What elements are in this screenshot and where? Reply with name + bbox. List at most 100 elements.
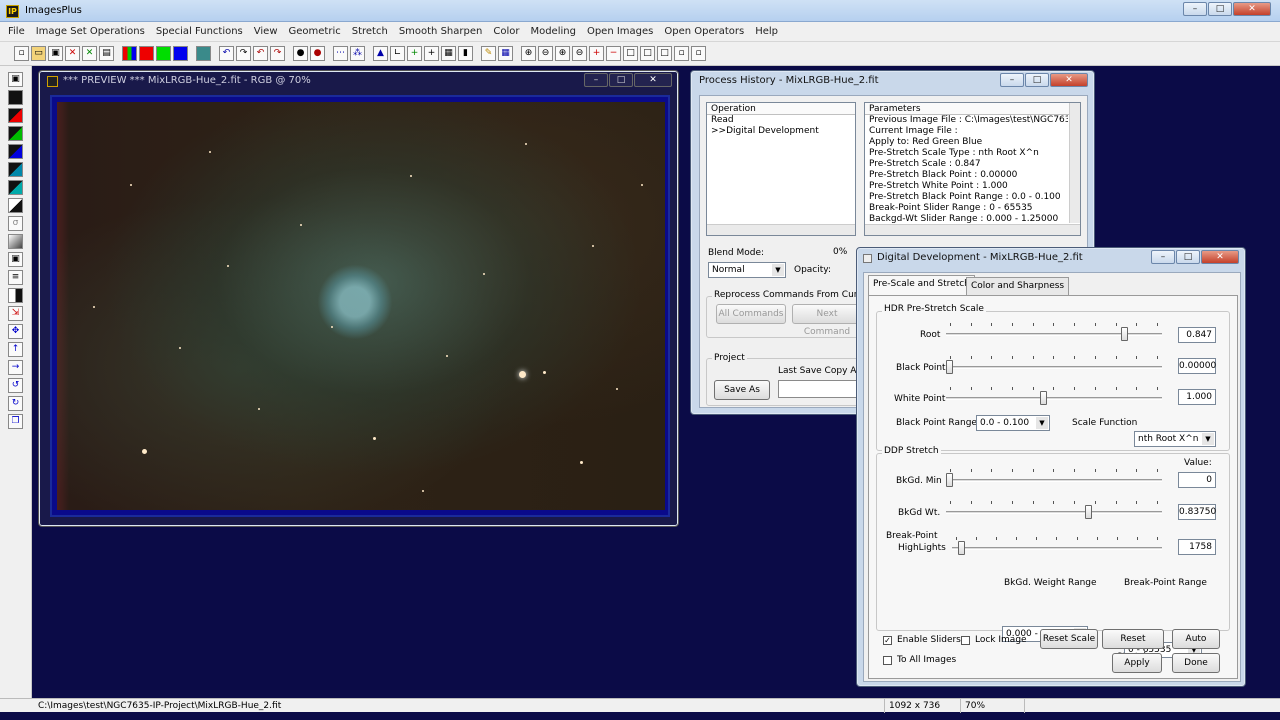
close-icon[interactable]: ✕ <box>1201 250 1239 264</box>
contrast-icon[interactable] <box>8 288 23 303</box>
menu-item-8[interactable]: Modeling <box>530 26 576 37</box>
copy-icon[interactable]: ❐ <box>8 414 23 429</box>
enable-sliders-checkbox[interactable]: ✓ <box>883 636 892 645</box>
minimize-icon[interactable]: – <box>1183 2 1207 16</box>
menu-item-9[interactable]: Open Images <box>587 26 653 37</box>
root-slider[interactable] <box>946 323 1162 341</box>
menu-item-3[interactable]: View <box>254 26 278 37</box>
operation-list[interactable]: Operation Read >>Digital Development <box>706 102 856 236</box>
black-point-range-select[interactable]: 0.0 - 0.100 ▼ <box>976 415 1050 431</box>
pencil-icon[interactable]: ✎ <box>481 46 496 61</box>
maximize-icon[interactable]: □ <box>609 73 633 87</box>
close-icon[interactable]: ✕ <box>634 73 672 87</box>
slider-thumb[interactable] <box>1121 327 1128 341</box>
fit-window-3-icon[interactable]: □ <box>657 46 672 61</box>
tab-pre-scale-stretch[interactable]: Pre-Scale and Stretch <box>868 275 975 295</box>
apply-button[interactable]: Apply <box>1112 653 1162 673</box>
bkgd-wt-slider[interactable] <box>946 501 1162 519</box>
maximize-icon[interactable]: □ <box>1208 2 1232 16</box>
menu-item-2[interactable]: Special Functions <box>156 26 243 37</box>
tab-color-sharpness[interactable]: Color and Sharpness <box>966 277 1070 295</box>
undo-all-icon[interactable]: ↶ <box>253 46 268 61</box>
print-icon[interactable]: ▤ <box>99 46 114 61</box>
undo-icon[interactable]: ↶ <box>219 46 234 61</box>
close-icon[interactable]: ✕ <box>1233 2 1271 16</box>
crosshair-icon[interactable]: + <box>407 46 422 61</box>
break-point-value[interactable]: 1758 <box>1178 539 1216 555</box>
bkgd-wt-value[interactable]: 0.83750 <box>1178 504 1216 520</box>
bkgd-min-slider[interactable] <box>946 469 1162 487</box>
digital-development-window[interactable]: Digital Development - MixLRGB-Hue_2.fit … <box>856 247 1246 687</box>
slider-thumb[interactable] <box>958 541 965 555</box>
save-path-field[interactable] <box>778 380 864 398</box>
menu-item-10[interactable]: Open Operators <box>664 26 744 37</box>
lock-image-checkbox[interactable] <box>961 636 970 645</box>
reset-scale-button[interactable]: Reset Scale <box>1040 629 1098 649</box>
save-icon[interactable]: ▣ <box>8 72 23 87</box>
all-commands-button[interactable]: All Commands <box>716 304 786 324</box>
black-point-value[interactable]: 0.00000 <box>1178 358 1216 374</box>
done-button[interactable]: Done <box>1172 653 1220 673</box>
scale-function-select[interactable]: nth Root X^n ▼ <box>1134 431 1216 447</box>
fit-window-2-icon[interactable]: □ <box>640 46 655 61</box>
zoom-in-2-icon[interactable]: ⊕ <box>555 46 570 61</box>
close-image-icon[interactable]: ✕ <box>65 46 80 61</box>
bkgd-min-value[interactable]: 0 <box>1178 472 1216 488</box>
slider-thumb[interactable] <box>946 473 953 487</box>
curve-icon[interactable]: ∟ <box>390 46 405 61</box>
slider-thumb[interactable] <box>1085 505 1092 519</box>
white-point-value[interactable]: 1.000 <box>1178 389 1216 405</box>
fit-window-4-icon[interactable]: ▫ <box>674 46 689 61</box>
crosshair2-icon[interactable]: + <box>424 46 439 61</box>
close-icon[interactable]: ✕ <box>1050 73 1088 87</box>
red-layer-icon[interactable] <box>8 108 23 123</box>
menu-item-4[interactable]: Geometric <box>289 26 341 37</box>
menu-item-1[interactable]: Image Set Operations <box>36 26 145 37</box>
minimize-icon[interactable]: – <box>1000 73 1024 87</box>
move-icon[interactable]: ✥ <box>8 324 23 339</box>
next-command-button[interactable]: Next Command <box>792 304 862 337</box>
menu-item-0[interactable]: File <box>8 26 25 37</box>
black-square-icon[interactable] <box>8 90 23 105</box>
zoom-out-icon[interactable]: ⊖ <box>538 46 553 61</box>
green-layer-icon[interactable] <box>8 126 23 141</box>
blue-layer-icon[interactable] <box>8 144 23 159</box>
operation-item[interactable]: Read <box>707 115 855 126</box>
fit-window-5-icon[interactable]: ▫ <box>691 46 706 61</box>
zoom-in-icon[interactable]: ⊕ <box>521 46 536 61</box>
red-channel-icon[interactable] <box>139 46 154 61</box>
arrow-right-icon[interactable]: → <box>8 360 23 375</box>
save-icon[interactable]: ▣ <box>48 46 63 61</box>
rotate-right-icon[interactable]: ↻ <box>8 396 23 411</box>
slider-thumb[interactable] <box>1040 391 1047 405</box>
to-all-images-checkbox[interactable] <box>883 656 892 665</box>
levels-icon[interactable]: ≡ <box>8 270 23 285</box>
sigma-icon[interactable]: σ <box>8 216 23 231</box>
parameters-list[interactable]: Parameters Previous Image File : C:\Imag… <box>864 102 1081 236</box>
star-detect-icon[interactable]: ● <box>293 46 308 61</box>
open-folder-icon[interactable]: ▭ <box>31 46 46 61</box>
blue-channel-icon[interactable] <box>173 46 188 61</box>
operation-item[interactable]: >>Digital Development <box>707 126 855 137</box>
dots-icon[interactable]: ⋯ <box>333 46 348 61</box>
parameters-hscroll[interactable] <box>865 224 1080 235</box>
mask-icon[interactable] <box>8 198 23 213</box>
select-icon[interactable]: ⇲ <box>8 306 23 321</box>
zoom-minus-icon[interactable]: − <box>606 46 621 61</box>
frame-icon[interactable]: ▣ <box>8 252 23 267</box>
menu-item-5[interactable]: Stretch <box>352 26 388 37</box>
menu-item-11[interactable]: Help <box>755 26 778 37</box>
menu-item-6[interactable]: Smooth Sharpen <box>399 26 483 37</box>
operation-hscroll[interactable] <box>707 224 855 235</box>
redo-all-icon[interactable]: ↷ <box>270 46 285 61</box>
align-icon[interactable]: ⁂ <box>350 46 365 61</box>
nebula-image[interactable] <box>57 102 665 510</box>
fit-window-icon[interactable]: □ <box>623 46 638 61</box>
arrow-up-icon[interactable]: ↑ <box>8 342 23 357</box>
zoom-plus-icon[interactable]: + <box>589 46 604 61</box>
blend-mode-select[interactable]: Normal ▼ <box>708 262 786 278</box>
star-mask-icon[interactable]: ● <box>310 46 325 61</box>
color-layer-icon[interactable] <box>8 162 23 177</box>
slider-thumb[interactable] <box>946 360 953 374</box>
white-point-slider[interactable] <box>946 387 1162 405</box>
